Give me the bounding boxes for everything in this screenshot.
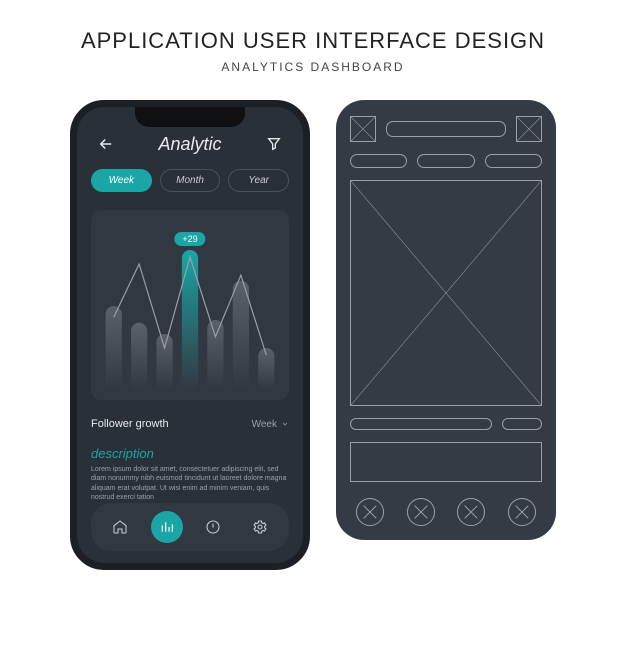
wf-tab-placeholder [485, 154, 542, 168]
page-subtitle: ANALYTICS DASHBOARD [0, 60, 626, 74]
section-label: Follower growth [91, 418, 169, 430]
bottom-nav [91, 503, 289, 551]
alert-icon [205, 519, 221, 535]
tab-month[interactable]: Month [160, 169, 221, 192]
description-title: description [91, 446, 289, 461]
wf-chart-placeholder [350, 180, 542, 406]
screen-title: Analytic [158, 134, 221, 155]
wf-tab-placeholder [350, 154, 407, 168]
nav-analytics[interactable] [151, 511, 183, 543]
wf-nav-placeholder [407, 498, 435, 526]
app-screen: Analytic Week Month Year +29 [77, 107, 303, 563]
phone-mockup: Analytic Week Month Year +29 [70, 100, 310, 570]
phone-notch [135, 107, 245, 127]
range-tabs: Week Month Year [91, 169, 289, 192]
section-dropdown[interactable]: Week [252, 419, 289, 430]
wf-action-placeholder [516, 116, 542, 142]
gear-icon [252, 519, 268, 535]
analytics-icon [159, 519, 175, 535]
section-row: Follower growth Week [91, 418, 289, 430]
tab-week[interactable]: Week [91, 169, 152, 192]
wf-title-placeholder [386, 121, 506, 137]
wf-nav-placeholder [457, 498, 485, 526]
wf-header-row [350, 116, 542, 142]
wf-nav-row [350, 498, 542, 526]
nav-settings[interactable] [244, 511, 276, 543]
wf-tab-placeholder [417, 154, 474, 168]
wf-section-label-placeholder [350, 418, 492, 430]
app-header: Analytic [91, 133, 289, 155]
back-icon[interactable] [95, 133, 117, 155]
home-icon [112, 519, 128, 535]
filter-icon[interactable] [263, 133, 285, 155]
wireframe-panel [336, 100, 556, 540]
description-body: Lorem ipsum dolor sit amet, consectetuer… [91, 465, 289, 503]
nav-alerts[interactable] [197, 511, 229, 543]
chevron-down-icon [281, 420, 289, 428]
wf-nav-placeholder [508, 498, 536, 526]
nav-home[interactable] [104, 511, 136, 543]
wf-section-row [350, 418, 542, 430]
page-title: APPLICATION USER INTERFACE DESIGN [0, 28, 626, 54]
wf-description-placeholder [350, 442, 542, 482]
wf-nav-placeholder [356, 498, 384, 526]
tab-year[interactable]: Year [228, 169, 289, 192]
section-dropdown-label: Week [252, 419, 277, 430]
chart-highlight-badge: +29 [174, 232, 205, 246]
wf-tabs-row [350, 154, 542, 168]
wf-dropdown-placeholder [502, 418, 542, 430]
chart-card: +29 [91, 210, 289, 400]
wf-back-placeholder [350, 116, 376, 142]
